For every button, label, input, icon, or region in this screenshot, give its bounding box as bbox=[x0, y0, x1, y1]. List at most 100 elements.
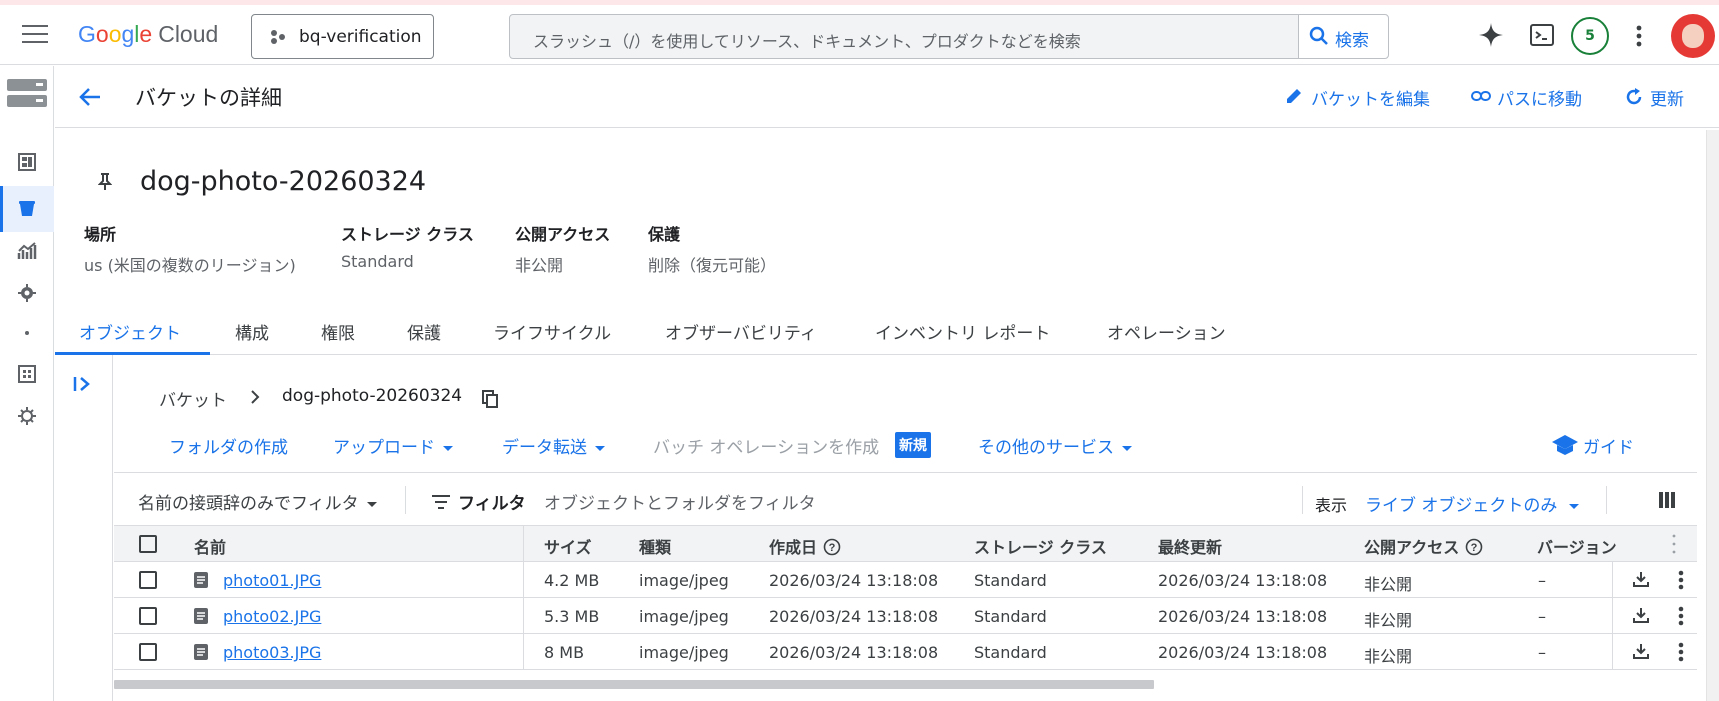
col-name[interactable]: 名前 bbox=[194, 534, 226, 558]
download-icon[interactable] bbox=[1632, 606, 1650, 628]
col-size[interactable]: サイズ bbox=[544, 534, 592, 558]
column-resize-handle[interactable] bbox=[523, 526, 524, 562]
search-button[interactable]: 検索 bbox=[1298, 15, 1388, 58]
transfer-dropdown-icon bbox=[595, 445, 605, 451]
tab-inventory-reports[interactable]: インベントリ レポート bbox=[875, 319, 1050, 344]
help-icon[interactable]: ? bbox=[823, 538, 841, 556]
overview-icon[interactable] bbox=[17, 152, 37, 172]
select-all-checkbox[interactable] bbox=[139, 535, 157, 553]
gemini-sparkle-icon[interactable] bbox=[1478, 22, 1504, 48]
more-vert-icon[interactable] bbox=[1636, 25, 1642, 47]
tab-observability[interactable]: オブザーバビリティ bbox=[665, 319, 817, 344]
download-icon[interactable] bbox=[1632, 570, 1650, 592]
object-type: image/jpeg bbox=[639, 571, 729, 590]
show-value-label: ライブ オブジェクトのみ bbox=[1365, 496, 1558, 516]
pin-icon[interactable] bbox=[98, 172, 112, 192]
tab-configuration[interactable]: 構成 bbox=[235, 319, 269, 344]
refresh-button[interactable]: 更新 bbox=[1624, 85, 1684, 110]
buckets-icon[interactable] bbox=[17, 198, 37, 218]
help-icon[interactable]: ? bbox=[1465, 538, 1483, 556]
object-name-link[interactable]: photo03.JPG bbox=[223, 643, 321, 662]
cloud-shell-icon[interactable] bbox=[1530, 24, 1554, 46]
edit-bucket-button[interactable]: バケットを編集 bbox=[1285, 85, 1430, 110]
google-cloud-logo[interactable]: Google Cloud bbox=[78, 21, 218, 48]
refresh-label: 更新 bbox=[1650, 90, 1684, 110]
back-arrow-icon[interactable] bbox=[78, 86, 102, 108]
edit-bucket-label: バケットを編集 bbox=[1311, 90, 1430, 110]
search-icon bbox=[1309, 26, 1328, 45]
tab-objects[interactable]: オブジェクト bbox=[79, 319, 181, 344]
tab-protection[interactable]: 保護 bbox=[407, 319, 441, 344]
meta-location-value: us (米国の複数のリージョン) bbox=[84, 256, 296, 275]
create-folder-button[interactable]: フォルダの作成 bbox=[169, 433, 288, 458]
batch-operations-icon[interactable] bbox=[17, 364, 37, 384]
chevron-right-icon bbox=[251, 390, 260, 404]
col-last-updated[interactable]: 最終更新 bbox=[1158, 534, 1222, 558]
column-menu-icon[interactable] bbox=[1672, 534, 1676, 554]
column-display-icon[interactable] bbox=[1659, 492, 1675, 508]
other-services-button[interactable]: その他のサービス bbox=[978, 433, 1132, 458]
copy-icon[interactable] bbox=[482, 390, 498, 408]
guide-button[interactable]: ガイド bbox=[1551, 433, 1634, 458]
object-storage-class: Standard bbox=[974, 607, 1047, 626]
expand-panel-icon[interactable] bbox=[73, 375, 93, 393]
show-label: 表示 bbox=[1315, 496, 1348, 515]
object-size: 8 MB bbox=[544, 643, 585, 662]
download-icon[interactable] bbox=[1632, 642, 1650, 664]
project-icon bbox=[271, 30, 287, 44]
main-menu-icon[interactable] bbox=[22, 25, 48, 45]
avatar[interactable] bbox=[1671, 14, 1715, 58]
col-storage-class[interactable]: ストレージ クラス bbox=[974, 534, 1107, 558]
meta-protection-label: 保護 bbox=[648, 225, 681, 244]
breadcrumb-root[interactable]: バケット bbox=[159, 386, 227, 411]
vertical-scrollbar[interactable] bbox=[1706, 130, 1719, 701]
cloud-storage-product-icon[interactable] bbox=[6, 78, 48, 108]
show-live-objects-dropdown[interactable]: ライブ オブジェクトのみ bbox=[1365, 491, 1580, 516]
tab-lifecycle[interactable]: ライフサイクル bbox=[493, 319, 611, 344]
filter-input[interactable]: オブジェクトとフォルダをフィルタ bbox=[544, 489, 816, 514]
column-divider bbox=[1612, 598, 1613, 634]
meta-storage-class-value: Standard bbox=[341, 252, 414, 271]
data-transfer-button[interactable]: データ転送 bbox=[502, 433, 605, 458]
object-last-updated: 2026/03/24 13:18:08 bbox=[1158, 643, 1328, 662]
col-type[interactable]: 種類 bbox=[639, 534, 671, 558]
meta-location-label: 場所 bbox=[84, 225, 117, 244]
row-checkbox[interactable] bbox=[139, 607, 157, 625]
col-created[interactable]: 作成日 ? bbox=[769, 534, 841, 558]
object-public-access: 非公開 bbox=[1364, 611, 1413, 630]
tab-operations[interactable]: オペレーション bbox=[1107, 319, 1226, 344]
row-more-icon[interactable] bbox=[1678, 606, 1684, 630]
refresh-icon bbox=[1626, 88, 1642, 105]
col-version[interactable]: バージョン bbox=[1537, 534, 1632, 558]
tab-bar: オブジェクト 構成 権限 保護 ライフサイクル オブザーバビリティ インベントリ… bbox=[55, 309, 1697, 355]
batch-operation-button: バッチ オペレーションを作成 bbox=[653, 438, 880, 458]
dot-separator-icon bbox=[25, 331, 29, 335]
row-more-icon[interactable] bbox=[1678, 570, 1684, 594]
upload-button[interactable]: アップロード bbox=[333, 433, 453, 458]
row-checkbox[interactable] bbox=[139, 643, 157, 661]
goto-path-button[interactable]: パスに移動 bbox=[1471, 85, 1582, 110]
release-notes-icon[interactable] bbox=[17, 406, 37, 426]
object-name-link[interactable]: photo01.JPG bbox=[223, 571, 321, 590]
settings-icon[interactable] bbox=[17, 283, 37, 303]
upload-label: アップロード bbox=[333, 438, 435, 458]
column-divider bbox=[523, 598, 524, 634]
column-divider bbox=[523, 634, 524, 670]
project-picker[interactable]: bq-verification bbox=[251, 14, 434, 59]
object-name-link[interactable]: photo02.JPG bbox=[223, 607, 321, 626]
row-more-icon[interactable] bbox=[1678, 642, 1684, 666]
goto-path-label: パスに移動 bbox=[1497, 90, 1582, 110]
row-checkbox[interactable] bbox=[139, 571, 157, 589]
prefix-dropdown-icon bbox=[366, 501, 377, 507]
search-input[interactable]: スラッシュ（/）を使用してリソース、ドキュメント、プロダクトなどを検索 bbox=[533, 28, 1081, 52]
object-public-access: 非公開 bbox=[1364, 575, 1413, 594]
object-last-updated: 2026/03/24 13:18:08 bbox=[1158, 571, 1328, 590]
col-public-access[interactable]: 公開アクセス ? bbox=[1364, 534, 1483, 558]
horizontal-scrollbar[interactable] bbox=[114, 680, 1154, 689]
notification-badge[interactable]: 5 bbox=[1571, 17, 1609, 55]
search-bar[interactable]: スラッシュ（/）を使用してリソース、ドキュメント、プロダクトなどを検索 検索 bbox=[509, 14, 1389, 59]
tab-permissions[interactable]: 権限 bbox=[321, 319, 355, 344]
column-divider bbox=[1612, 562, 1613, 598]
monitoring-icon[interactable] bbox=[17, 241, 37, 261]
prefix-filter-dropdown[interactable]: 名前の接頭辞のみでフィルタ bbox=[138, 489, 377, 514]
